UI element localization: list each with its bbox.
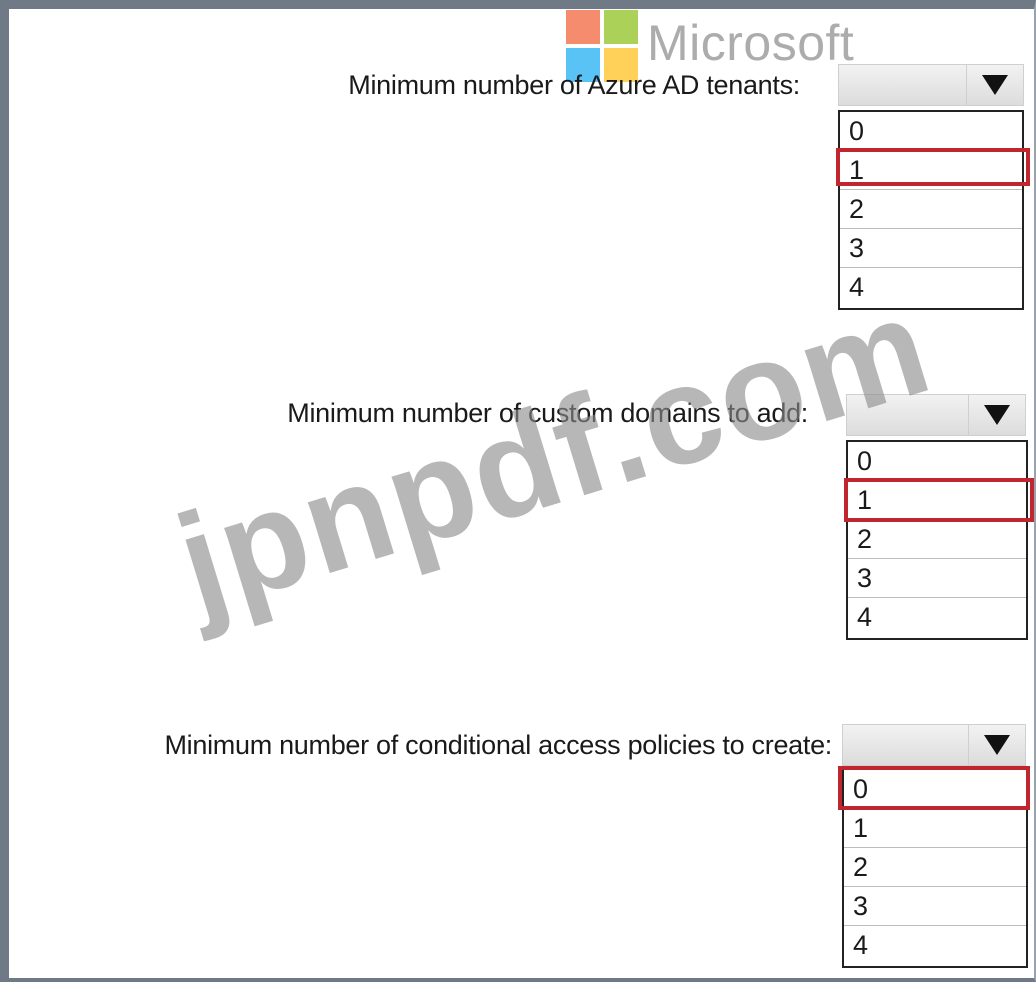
dropdown-option[interactable]: 4 [848,598,1026,637]
chevron-down-icon[interactable] [966,65,1023,105]
dropdown-option[interactable]: 3 [844,887,1026,926]
chevron-down-icon[interactable] [968,725,1025,765]
dropdown-option[interactable]: 3 [840,229,1022,268]
dropdown-option[interactable]: 4 [840,268,1022,307]
answer-highlight-box [844,478,1034,522]
dropdown-custom-domains[interactable] [846,394,1026,436]
dropdown-option[interactable]: 2 [840,190,1022,229]
dropdown-option[interactable]: 2 [844,848,1026,887]
dropdown-options-azure-ad-tenants: 0 1 2 3 4 [838,110,1024,310]
dropdown-option[interactable]: 2 [848,520,1026,559]
dropdown-options-custom-domains: 0 1 2 3 4 [846,440,1028,640]
dropdown-option[interactable]: 0 [840,112,1022,151]
dropdown-option[interactable]: 3 [848,559,1026,598]
question-label-conditional-access-policies: Minimum number of conditional access pol… [164,730,832,760]
dropdown-option[interactable]: 0 [848,442,1026,481]
dropdown-conditional-access-policies[interactable] [842,724,1026,766]
answer-highlight-box [838,766,1030,810]
microsoft-watermark-text: Microsoft [647,15,855,71]
dropdown-option[interactable]: 4 [844,926,1026,965]
dropdown-azure-ad-tenants[interactable] [838,64,1024,106]
answer-highlight-box [836,148,1030,186]
chevron-down-icon[interactable] [968,395,1025,435]
question-label-custom-domains: Minimum number of custom domains to add: [287,398,808,428]
dropdown-option[interactable]: 1 [844,809,1026,848]
question-label-azure-ad-tenants: Minimum number of Azure AD tenants: [348,70,800,100]
